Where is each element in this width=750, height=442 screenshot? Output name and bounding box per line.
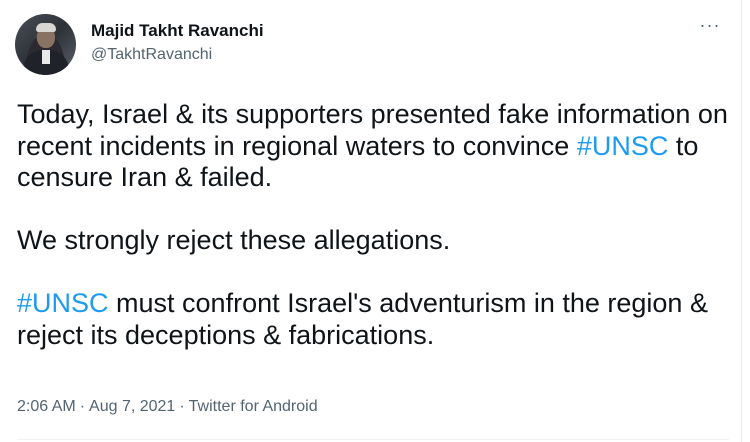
tweet-source[interactable]: Twitter for Android: [189, 398, 318, 415]
meta-separator: ·: [179, 398, 185, 415]
more-options-icon[interactable]: ···: [698, 16, 722, 38]
avatar-hair: [36, 23, 56, 32]
tweet-card: Majid Takht Ravanchi @TakhtRavanchi ··· …: [0, 0, 742, 442]
tweet-paragraph-2: We strongly reject these allegations.: [17, 225, 451, 255]
hashtag-link-unsc-1[interactable]: #UNSC: [577, 131, 669, 161]
author-avatar[interactable]: [15, 14, 76, 75]
hashtag-link-unsc-2[interactable]: #UNSC: [17, 288, 109, 318]
author-name[interactable]: Majid Takht Ravanchi: [91, 21, 264, 41]
tweet-paragraph-1: Today, Israel & its supporters presented…: [17, 99, 729, 194]
tweet-date[interactable]: Aug 7, 2021: [89, 398, 175, 415]
paragraph-3-text-after: must confront Israel's adventurism in th…: [17, 288, 708, 350]
tweet-time[interactable]: 2:06 AM: [17, 398, 76, 415]
tweet-paragraph-3: #UNSC must confront Israel's adventurism…: [17, 288, 729, 351]
divider: [17, 439, 729, 440]
avatar-shirt: [42, 50, 50, 64]
tweet-metadata: 2:06 AM · Aug 7, 2021 · Twitter for Android: [17, 398, 318, 416]
author-handle[interactable]: @TakhtRavanchi: [91, 46, 212, 64]
tweet-text: Today, Israel & its supporters presented…: [17, 99, 729, 351]
meta-separator: ·: [79, 398, 86, 415]
